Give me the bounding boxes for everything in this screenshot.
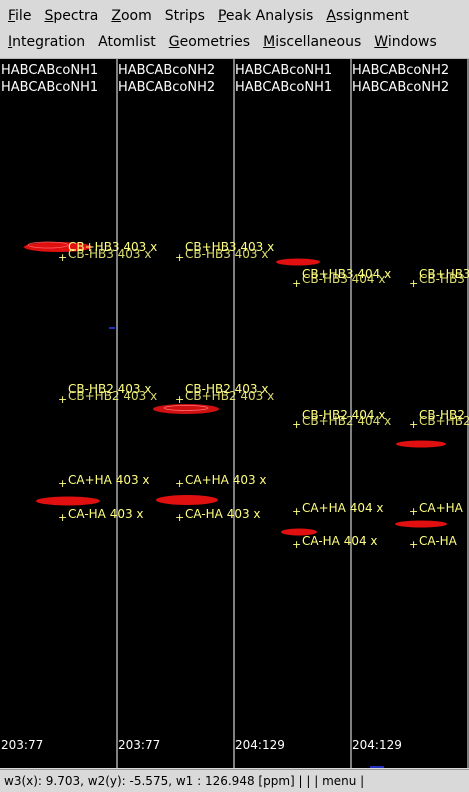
peak-marker-icon[interactable]: + xyxy=(175,511,184,524)
menu-zoom[interactable]: Zoom xyxy=(103,8,156,24)
peak-assignment-label-overlap: CB-HB3 403 x xyxy=(185,247,268,261)
cursor-position-readout: w3(x): 9.703, w2(y): -5.575, w1 : 126.94… xyxy=(4,774,365,788)
peak-marker-icon[interactable]: + xyxy=(292,418,301,431)
peak-assignment-label: CA-HA 403 x xyxy=(185,507,261,521)
peak-assignment-label-overlap: CB-HB3 404 x xyxy=(302,272,385,286)
peak-marker-icon[interactable]: + xyxy=(292,505,301,518)
strip-spectrum-name: HABCABcoNH1 xyxy=(1,80,99,95)
menubar: File Spectra Zoom Strips Peak Analysis A… xyxy=(0,0,469,59)
menu-spectra[interactable]: Spectra xyxy=(36,8,103,24)
peak-marker-icon[interactable]: + xyxy=(409,505,418,518)
strip-spectrum-name: HABCABcoNH2 xyxy=(118,80,216,95)
menu-row-1: File Spectra Zoom Strips Peak Analysis A… xyxy=(0,4,414,28)
peak-contour xyxy=(395,520,447,528)
peak-assignment-label-overlap: CB-HB3 xyxy=(419,272,465,286)
peak-assignment-label: CA+HA 403 x xyxy=(68,473,150,487)
strip-footer-id: 204:129 xyxy=(352,738,402,752)
peak-contour xyxy=(276,258,320,266)
peak-assignment-label: CA-HA 404 x xyxy=(302,534,378,548)
peak-marker-icon[interactable]: + xyxy=(58,511,67,524)
peak-marker-icon[interactable]: + xyxy=(58,477,67,490)
peak-assignment-label-overlap: CB+HB2 403 x xyxy=(185,389,274,403)
strip-spectrum-name: HABCABcoNH1 xyxy=(1,63,99,78)
strip-header: HABCABcoNH1 HABCABcoNH1 xyxy=(1,62,118,96)
menu-geometries[interactable]: Geometries xyxy=(161,34,255,50)
peak-assignment-label-overlap: CB+HB2 xyxy=(419,414,469,428)
strip-footer-id: 204:129 xyxy=(235,738,285,752)
peak-marker-icon[interactable]: + xyxy=(58,251,67,264)
menu-atomlist[interactable]: Atomlist xyxy=(90,34,161,50)
menu-peak-analysis[interactable]: Peak Analysis xyxy=(210,8,318,24)
peak-assignment-label-overlap: CB+HB2 403 x xyxy=(68,389,157,403)
strip-header: HABCABcoNH2 HABCABcoNH2 xyxy=(118,62,235,96)
strip-footer-id: 203:77 xyxy=(118,738,161,752)
peak-marker-icon[interactable]: + xyxy=(58,393,67,406)
peak-contours xyxy=(24,241,447,768)
peak-marker-icon[interactable]: + xyxy=(175,251,184,264)
peak-labels: +CB+HB3 403 xCB-HB3 403 x +CB+HB3 403 xCB… xyxy=(58,240,469,551)
strip-footer-id: 203:77 xyxy=(1,738,44,752)
peak-contour xyxy=(156,495,218,505)
peak-marker-icon[interactable]: + xyxy=(175,477,184,490)
strip-spectrum-name: HABCABcoNH2 xyxy=(352,80,450,95)
menu-miscellaneous[interactable]: Miscellaneous xyxy=(255,34,366,50)
peak-contour xyxy=(36,496,100,506)
strip-spectrum-name: HABCABcoNH2 xyxy=(118,63,216,78)
peak-marker-icon[interactable]: + xyxy=(175,393,184,406)
peak-assignment-label: CA+HA 403 x xyxy=(185,473,267,487)
strip-header: HABCABcoNH2 HABCABcoNH2 xyxy=(352,62,469,96)
spectrum-canvas[interactable]: + CB+HB3 403 x CB-HB3 403 x + CB+HB3 403 x CB… xyxy=(0,59,469,768)
peak-assignment-label: CA-HA xyxy=(419,534,458,548)
peak-marker-icon[interactable]: + xyxy=(409,538,418,551)
statusbar: w3(x): 9.703, w2(y): -5.575, w1 : 126.94… xyxy=(0,769,469,792)
peak-assignment-label: CA+HA xyxy=(419,501,464,515)
peak-assignment-label: CA+HA 404 x xyxy=(302,501,384,515)
strip-header: HABCABcoNH1 HABCABcoNH1 xyxy=(235,62,352,96)
strip-spectrum-name: HABCABcoNH2 xyxy=(352,63,450,78)
peak-assignment-label-overlap: CB-HB3 403 x xyxy=(68,247,151,261)
menu-windows[interactable]: Windows xyxy=(366,34,442,50)
menu-strips[interactable]: Strips xyxy=(157,8,210,24)
strip-spectrum-name: HABCABcoNH1 xyxy=(235,63,333,78)
peak-assignment-label: CA-HA 403 x xyxy=(68,507,144,521)
peak-marker-icon[interactable]: + xyxy=(409,418,418,431)
menu-integration[interactable]: Integration xyxy=(0,34,90,50)
peak-marker-icon[interactable]: + xyxy=(292,538,301,551)
peak-contour xyxy=(396,440,446,448)
peak-marker-icon[interactable]: + xyxy=(292,277,301,290)
strip-spectrum-name: HABCABcoNH1 xyxy=(235,80,333,95)
menu-file[interactable]: File xyxy=(0,8,36,24)
menu-assignment[interactable]: Assignment xyxy=(318,8,413,24)
menu-row-2: Integration Atomlist Geometries Miscella… xyxy=(0,30,442,54)
peak-assignment-label-overlap: CB+HB2 404 x xyxy=(302,414,391,428)
spectrum-drawing[interactable]: +CB+HB3 403 xCB-HB3 403 x +CB+HB3 403 xCB… xyxy=(0,59,469,768)
peak-marker-icon[interactable]: + xyxy=(409,277,418,290)
